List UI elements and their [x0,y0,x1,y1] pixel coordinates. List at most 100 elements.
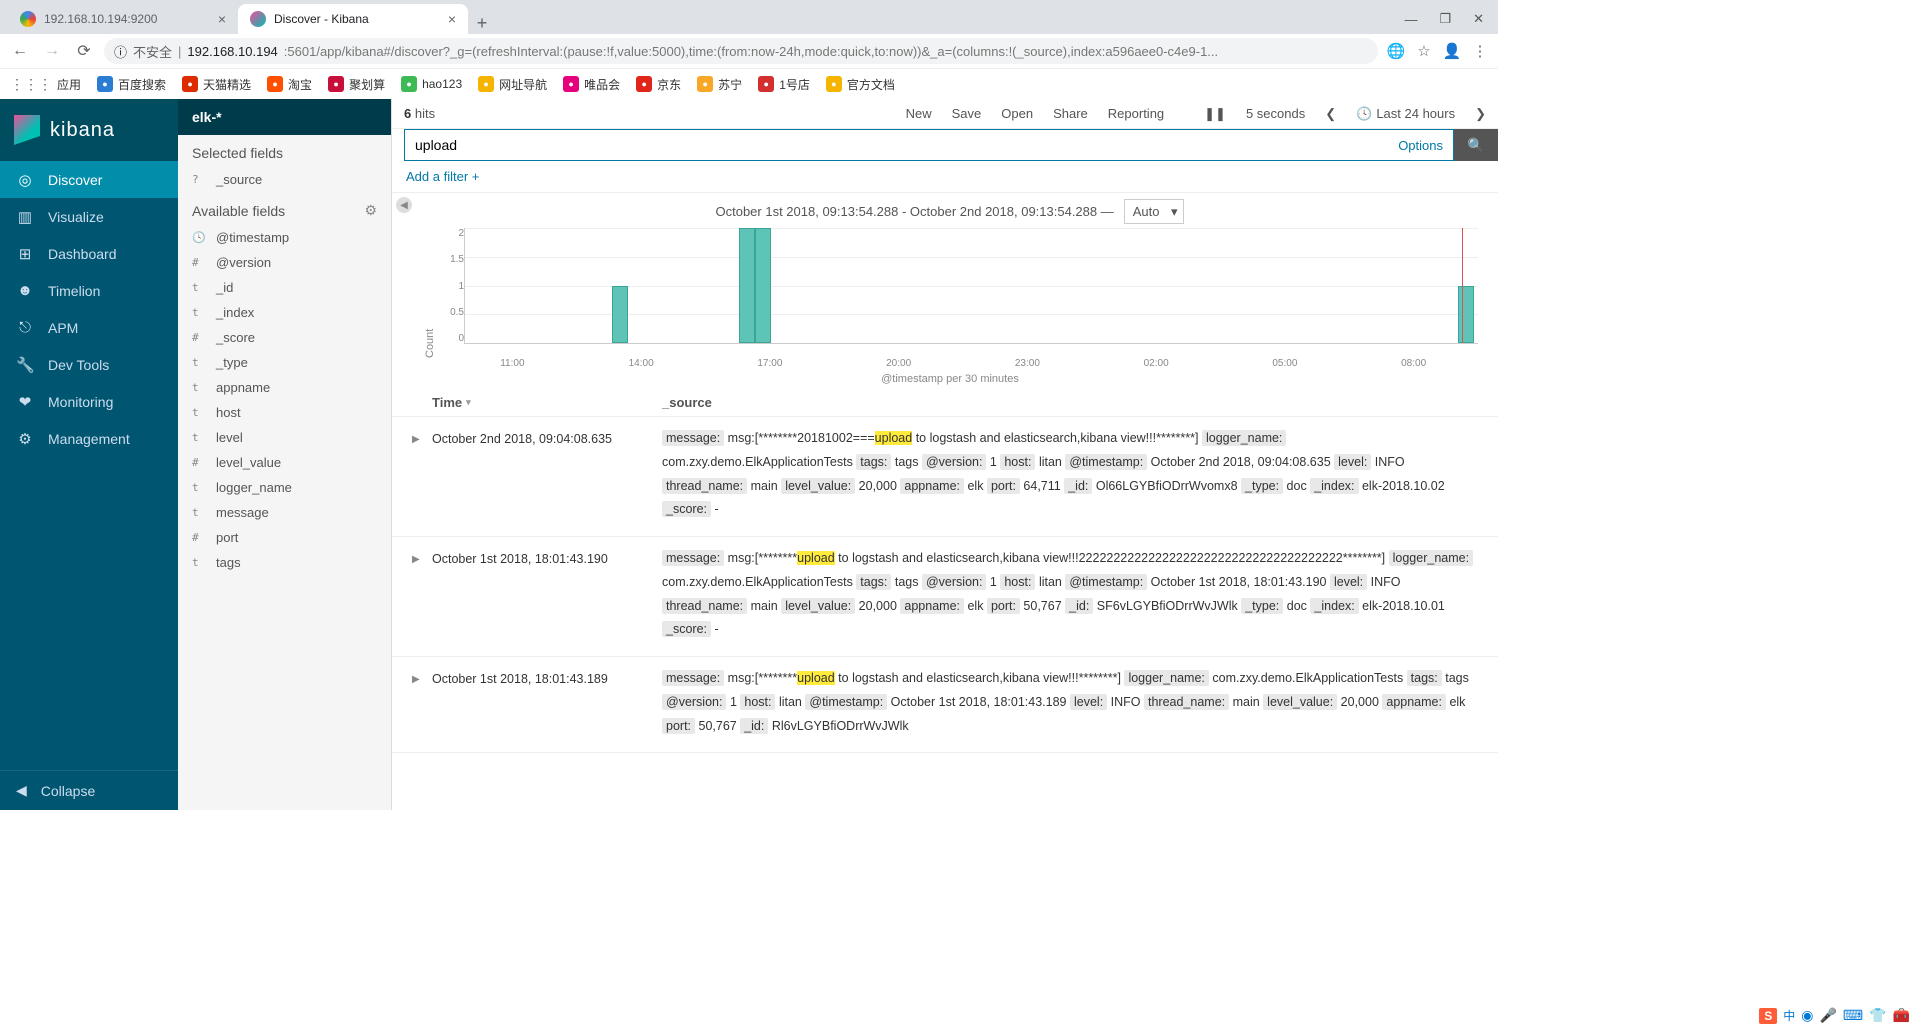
x-axis-label: @timestamp per 30 minutes [422,373,1478,385]
nav-item-apm[interactable]: ⎋APM [0,309,178,346]
bookmark-item[interactable]: ●唯品会 [563,76,620,93]
bookmark-item[interactable]: ●苏宁 [697,76,742,93]
time-next-icon[interactable]: ❯ [1475,106,1486,122]
nav-item-dev tools[interactable]: 🔧Dev Tools [0,346,178,383]
col-time[interactable]: Time [432,395,662,410]
table-row[interactable]: ▶October 1st 2018, 18:01:43.190 message:… [392,537,1498,657]
ime-icon[interactable]: ⌨ [1843,1007,1863,1024]
field-item[interactable]: tappname [178,375,391,400]
field-item[interactable]: #@version [178,250,391,275]
refresh-interval[interactable]: 5 seconds [1246,106,1305,121]
field-item[interactable]: #port [178,525,391,550]
bookmark-item[interactable]: ●淘宝 [267,76,312,93]
search-options[interactable]: Options [1398,138,1443,153]
nav-item-dashboard[interactable]: ⊞Dashboard [0,235,178,272]
bookmark-item[interactable]: ●京东 [636,76,681,93]
apps-button[interactable]: ⋮⋮⋮应用 [10,76,81,93]
bookmark-item[interactable]: ●网址导航 [478,76,547,93]
ime-logo-icon[interactable]: S [1759,1008,1777,1024]
field-item[interactable]: thost [178,400,391,425]
maximize-icon[interactable]: ❐ [1439,11,1451,27]
star-icon[interactable]: ☆ [1414,42,1434,60]
action-save[interactable]: Save [952,106,982,121]
plot-area[interactable] [464,228,1478,344]
new-tab-button[interactable]: + [468,13,496,34]
bookmark-item[interactable]: ●官方文档 [826,76,895,93]
index-pattern[interactable]: elk-* [178,99,391,135]
col-source[interactable]: _source [662,395,1478,410]
expand-icon[interactable]: ▶ [412,667,432,738]
nav-item-management[interactable]: ⚙Management [0,420,178,457]
histogram-bar[interactable] [739,228,755,343]
available-fields-header: Available fields ⚙ [178,192,391,225]
search-input[interactable] [415,137,1398,153]
nav-item-monitoring[interactable]: ❤Monitoring [0,383,178,420]
field-item[interactable]: ttags [178,550,391,575]
search-box[interactable]: Options [404,129,1454,161]
action-reporting[interactable]: Reporting [1108,106,1164,121]
ime-icon[interactable]: 🎤 [1819,1007,1836,1024]
info-icon[interactable]: ⓘ [114,42,127,61]
close-icon[interactable]: × [218,11,226,27]
action-share[interactable]: Share [1053,106,1088,121]
collapse-side-icon[interactable]: ◀ [396,197,412,213]
action-open[interactable]: Open [1001,106,1033,121]
main-content: 6 hits NewSaveOpenShareReporting ❚❚ 5 se… [392,99,1498,810]
browser-tab[interactable]: 192.168.10.194:9200 × [8,4,238,34]
collapse-nav[interactable]: ◀ Collapse [0,770,178,810]
field-item[interactable]: t_index [178,300,391,325]
field-item[interactable]: #_score [178,325,391,350]
ime-lang[interactable]: 中 [1783,1007,1795,1024]
browser-tab[interactable]: Discover - Kibana × [238,4,468,34]
field-item[interactable]: tlevel [178,425,391,450]
action-new[interactable]: New [906,106,932,121]
field-item[interactable]: tmessage [178,500,391,525]
field-item[interactable]: t_id [178,275,391,300]
interval-select[interactable]: Auto [1124,199,1185,224]
expand-icon[interactable]: ▶ [412,547,432,642]
histogram-bar[interactable] [1458,286,1474,344]
time-picker[interactable]: Last 24 hours [1356,106,1455,122]
table-row[interactable]: ▶October 1st 2018, 18:01:43.189 message:… [392,657,1498,753]
expand-icon[interactable]: ▶ [412,427,432,522]
nav-item-timelion[interactable]: ☻Timelion [0,272,178,309]
pause-refresh-icon[interactable]: ❚❚ [1204,106,1226,122]
close-window-icon[interactable]: ✕ [1473,11,1484,27]
field-item[interactable]: #level_value [178,450,391,475]
histogram-chart[interactable]: Count 21.510.50 [422,228,1478,358]
bookmark-item[interactable]: ●聚划算 [328,76,385,93]
address-bar[interactable]: ⓘ 不安全 | 192.168.10.194 :5601/app/kibana#… [104,38,1378,64]
close-icon[interactable]: × [448,11,456,27]
menu-icon[interactable]: ⋮ [1470,42,1490,60]
field-item[interactable]: tlogger_name [178,475,391,500]
back-icon[interactable]: ← [8,42,32,60]
ime-icon[interactable]: 👕 [1869,1007,1886,1024]
histogram-bar[interactable] [612,286,628,344]
translate-icon[interactable]: 🌐 [1386,42,1406,60]
logo-text: kibana [50,119,115,142]
reload-icon[interactable]: ⟳ [72,41,96,61]
add-filter[interactable]: Add a filter + [392,161,1498,193]
bookmark-item[interactable]: ●hao123 [401,76,462,92]
table-row[interactable]: ▶October 2nd 2018, 09:04:08.635 message:… [392,417,1498,537]
field-item[interactable]: t_type [178,350,391,375]
time-prev-icon[interactable]: ❮ [1325,106,1336,122]
bookmark-item[interactable]: ●天猫精选 [182,76,251,93]
minimize-icon[interactable]: — [1404,12,1417,27]
search-button[interactable]: 🔍 [1454,129,1498,161]
field-item[interactable]: 🕓@timestamp [178,225,391,250]
nav-item-discover[interactable]: ◎Discover [0,161,178,198]
nav-item-visualize[interactable]: ▥Visualize [0,198,178,235]
histogram-bar[interactable] [755,228,771,343]
profile-icon[interactable]: 👤 [1442,42,1462,60]
gear-icon[interactable]: ⚙ [364,202,377,219]
field-item[interactable]: ?_source [178,167,391,192]
kibana-logo[interactable]: kibana [0,99,178,161]
doc-time: October 1st 2018, 18:01:43.189 [432,667,662,738]
discover-icon: ◎ [16,171,34,189]
bookmark-item[interactable]: ●1号店 [758,76,810,93]
selected-fields-header: Selected fields [178,135,391,167]
bookmark-item[interactable]: ●百度搜索 [97,76,166,93]
ime-icon[interactable]: 🧰 [1893,1007,1910,1024]
ime-icon[interactable]: ◉ [1801,1007,1813,1024]
